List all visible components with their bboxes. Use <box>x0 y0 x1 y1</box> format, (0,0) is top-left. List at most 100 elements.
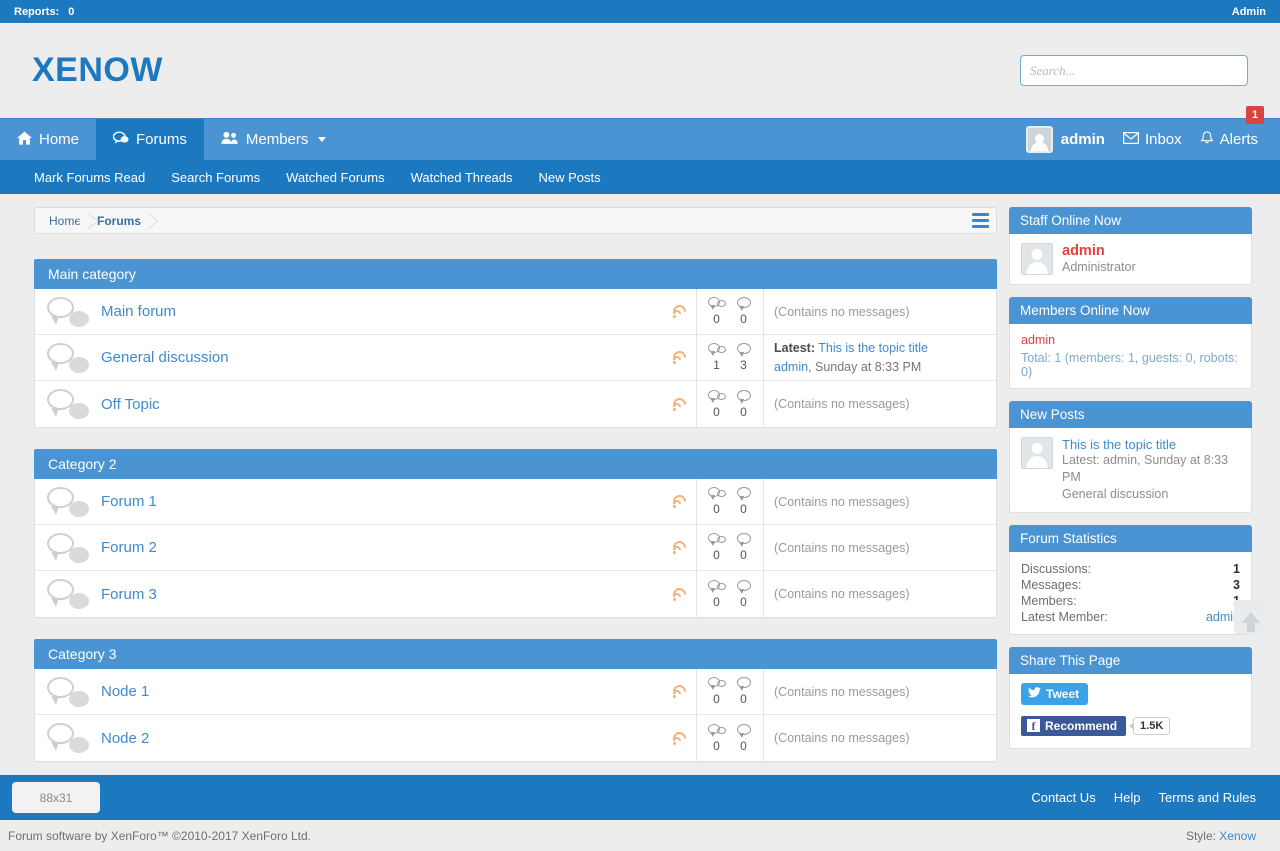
thread-count: 0 <box>707 487 726 516</box>
message-count-value: 0 <box>740 502 747 516</box>
node-last-post: (Contains no messages) <box>764 669 996 714</box>
rss-icon[interactable] <box>669 682 689 701</box>
messages-icon <box>735 533 753 547</box>
rss-icon[interactable] <box>669 394 689 414</box>
forum-node-row: Forum 2 0 0 (Contains no messages) <box>35 525 996 571</box>
primary-navigation: Home Forums Members admin Inbox Alerts 1 <box>0 106 1280 160</box>
node-last-post: (Contains no messages) <box>764 715 996 761</box>
forum-node-link[interactable]: Off Topic <box>101 396 160 413</box>
alert-count-badge[interactable]: 1 <box>1246 106 1264 124</box>
staff-online-username[interactable]: admin <box>1062 243 1136 260</box>
forum-categories: Main category Main forum 0 0 (Contains no me… <box>34 259 997 762</box>
account-menu[interactable]: admin <box>1025 126 1105 153</box>
threads-icon <box>707 487 726 501</box>
reports-indicator[interactable]: Reports: 0 <box>14 6 74 18</box>
thread-count-value: 0 <box>713 692 720 706</box>
rss-icon[interactable] <box>669 584 689 604</box>
forum-stat-row: Discussions: 1 <box>1021 561 1240 577</box>
forum-node-link[interactable]: Main forum <box>101 303 176 320</box>
node-empty-text: (Contains no messages) <box>774 540 910 555</box>
forum-node-link[interactable]: Forum 1 <box>101 493 157 510</box>
node-rss-cell <box>662 525 696 570</box>
node-icon-cell <box>35 525 101 570</box>
node-list: Main forum 0 0 (Contains no messages) Genera… <box>34 289 997 428</box>
node-stats: 00 <box>696 381 764 427</box>
threads-icon <box>707 677 726 691</box>
node-stats: 00 <box>696 715 764 761</box>
forum-bubbles-icon <box>47 532 89 563</box>
subnav-new-posts[interactable]: New Posts <box>539 170 601 185</box>
widget-members-online: Members Online Now admin Total: 1 (membe… <box>1009 297 1252 389</box>
node-rss-cell <box>662 669 696 714</box>
avatar <box>1021 437 1053 469</box>
forum-bubbles-icon <box>47 579 89 609</box>
forum-node-row: Node 1 0 0 (Contains no messages) <box>35 669 996 715</box>
last-post-user[interactable]: admin <box>774 360 808 374</box>
breadcrumb-item-home[interactable]: Home <box>39 208 99 233</box>
admin-link[interactable]: Admin <box>1232 6 1266 18</box>
admin-strip: Reports: 0 Admin <box>0 0 1280 23</box>
message-count-value: 0 <box>740 404 747 419</box>
subnav-watched-threads[interactable]: Watched Threads <box>411 170 513 185</box>
message-count: 0 <box>735 487 753 516</box>
footer-link-terms-and-rules[interactable]: Terms and Rules <box>1158 790 1256 805</box>
rss-icon[interactable] <box>669 728 689 748</box>
scroll-to-top-button[interactable] <box>1234 600 1268 634</box>
breadcrumb-menu-icon[interactable] <box>972 213 989 228</box>
tweet-button[interactable]: Tweet <box>1021 682 1089 705</box>
facebook-share-count: 1.5K <box>1133 716 1171 735</box>
thread-count: 0 <box>707 677 726 706</box>
forum-node-link[interactable]: General discussion <box>101 349 229 366</box>
forum-stat-value: 1 <box>1233 561 1240 576</box>
subnav-search-forums[interactable]: Search Forums <box>171 170 260 185</box>
member-online-username[interactable]: admin <box>1021 333 1240 347</box>
footer-link-contact-us[interactable]: Contact Us <box>1031 790 1095 805</box>
last-post-label: Latest: <box>774 341 815 356</box>
nav-tab-forums[interactable]: Forums <box>96 119 204 160</box>
threads-icon <box>707 343 726 357</box>
messages-icon <box>735 723 753 738</box>
subnav-mark-forums-read[interactable]: Mark Forums Read <box>34 170 145 185</box>
category-title: Category 2 <box>34 449 997 479</box>
message-count-value: 0 <box>740 738 747 753</box>
subnav-watched-forums[interactable]: Watched Forums <box>286 170 385 185</box>
message-count: 0 <box>735 579 753 609</box>
inbox-link[interactable]: Inbox <box>1122 131 1182 148</box>
rss-icon[interactable] <box>669 348 689 367</box>
reports-count: 0 <box>68 5 75 18</box>
breadcrumb-list: Home Forums <box>39 208 159 233</box>
node-rss-cell <box>662 571 696 617</box>
node-last-post: (Contains no messages) <box>764 289 996 334</box>
forum-node-row: Off Topic 0 0 (Contains no messages) <box>35 381 996 427</box>
forum-node-link[interactable]: Forum 2 <box>101 539 157 556</box>
site-logo[interactable]: XENOW <box>32 51 163 90</box>
forum-node-link[interactable]: Forum 3 <box>101 586 157 603</box>
widget-members-online-title: Members Online Now <box>1009 297 1252 324</box>
envelope-icon <box>1122 131 1139 148</box>
rss-icon[interactable] <box>669 492 689 511</box>
message-count: 0 <box>735 533 753 562</box>
footer-badge[interactable]: 88x31 <box>12 782 100 813</box>
node-empty-text: (Contains no messages) <box>774 684 910 699</box>
widget-forum-statistics: Forum Statistics Discussions: 1 Messages: 3… <box>1009 524 1252 635</box>
alerts-link[interactable]: Alerts <box>1200 130 1258 149</box>
forum-node-link[interactable]: Node 1 <box>101 683 149 700</box>
node-empty-text: (Contains no messages) <box>774 304 910 319</box>
new-post-title[interactable]: This is the topic title <box>1062 437 1240 452</box>
sidebar: Staff Online Now admin Administrator Mem… <box>1009 207 1252 753</box>
forum-stat-row: Latest Member: admin <box>1021 609 1240 625</box>
messages-icon <box>735 487 753 501</box>
footer-link-help[interactable]: Help <box>1114 790 1141 805</box>
node-rss-cell <box>662 381 696 427</box>
style-selector[interactable]: Style: Xenow <box>1186 829 1256 843</box>
rss-icon[interactable] <box>669 302 689 321</box>
footer-bottom: Forum software by XenForo™ ©2010-2017 Xe… <box>0 820 1280 851</box>
home-icon <box>17 130 32 149</box>
forum-node-link[interactable]: Node 2 <box>101 730 149 747</box>
search-input[interactable] <box>1020 55 1248 86</box>
nav-tab-members[interactable]: Members <box>204 119 344 160</box>
rss-icon[interactable] <box>669 538 689 557</box>
facebook-recommend-button[interactable]: f Recommend <box>1021 715 1127 736</box>
nav-tab-home[interactable]: Home <box>0 119 96 160</box>
last-post-title[interactable]: This is the topic title <box>818 341 928 355</box>
